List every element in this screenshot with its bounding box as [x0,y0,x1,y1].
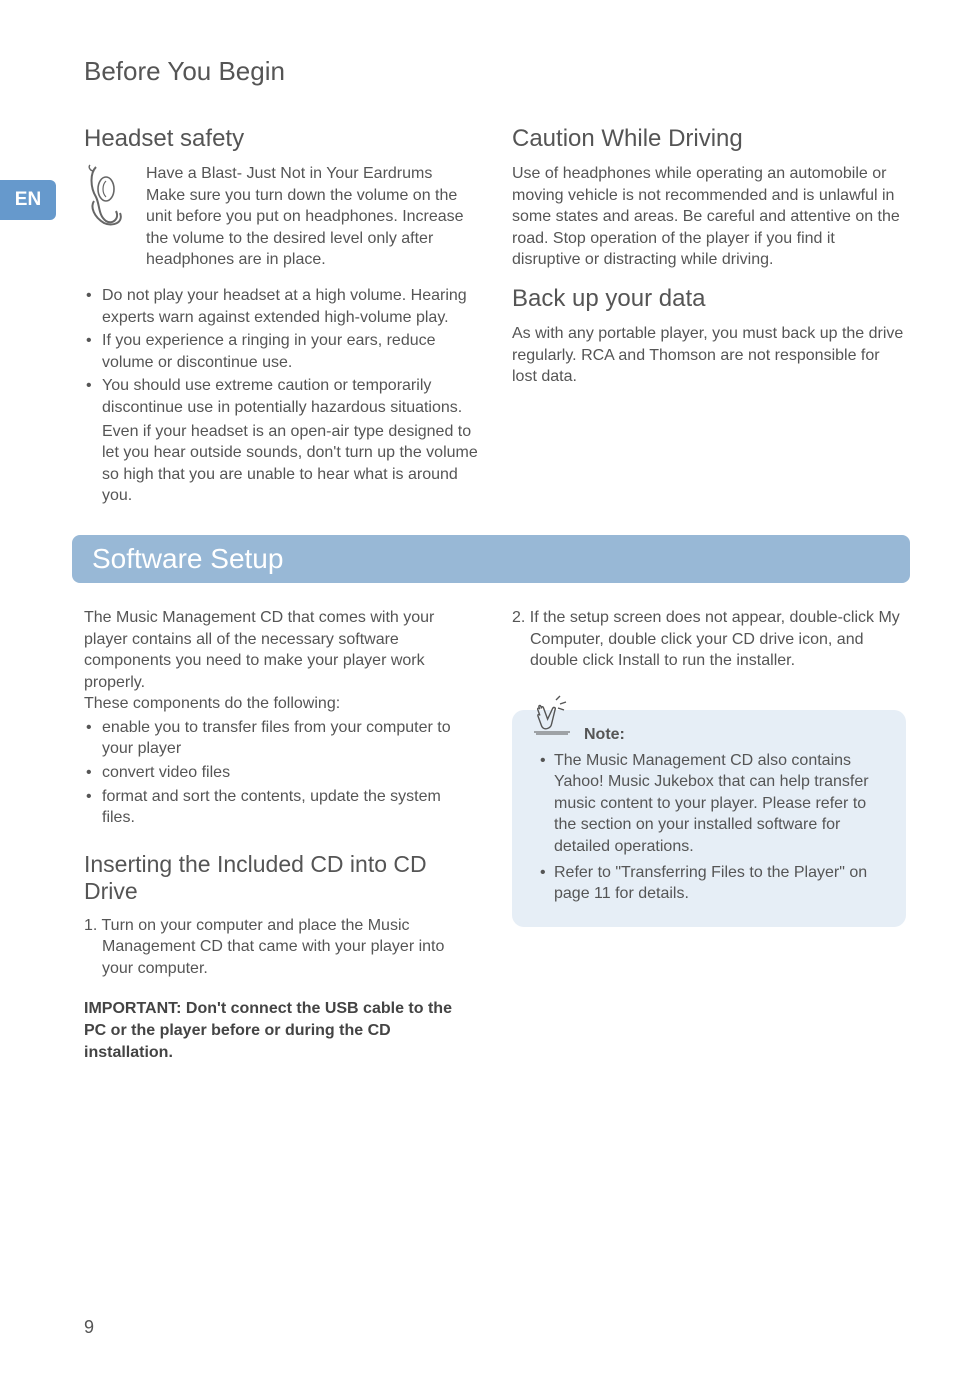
software-bullet: convert video files [84,762,478,784]
note-bullet: The Music Management CD also contains Ya… [530,750,888,858]
note-callout-box: Note: The Music Management CD also conta… [512,710,906,927]
headset-blast-line: Have a Blast- Just Not in Your Eardrums [146,163,478,185]
hand-pointing-icon [530,692,576,738]
headset-volume-advice: Make sure you turn down the volume on th… [146,185,478,271]
caution-driving-heading: Caution While Driving [512,125,906,153]
bottom-right-column: 2. If the setup screen does not appear, … [512,607,906,1065]
software-setup-band: Software Setup [72,535,910,583]
headset-bullet: If you experience a ringing in your ears… [84,330,478,373]
headset-bullet: You should use extreme caution or tempor… [84,375,478,418]
page-title: Before You Begin [0,0,954,87]
cd-steps: 1. Turn on your computer and place the M… [84,915,478,980]
caution-driving-body: Use of headphones while operating an aut… [512,163,906,271]
software-bullet: enable you to transfer files from your c… [84,717,478,760]
note-label: Note: [584,726,888,744]
headset-intro-block: Have a Blast- Just Not in Your Eardrums … [84,163,478,271]
note-bullets: The Music Management CD also contains Ya… [530,750,888,905]
headset-bullets: Do not play your headset at a high volum… [84,285,478,419]
software-bullet: format and sort the contents, update the… [84,786,478,829]
software-intro-para: The Music Management CD that comes with … [84,607,478,693]
inserting-cd-heading: Inserting the Included CD into CD Drive [84,851,478,905]
software-setup-heading: Software Setup [92,543,890,575]
cd-step-1: 1. Turn on your computer and place the M… [84,915,478,980]
note-bullet: Refer to "Transferring Files to the Play… [530,862,888,905]
cd-step-2: 2. If the setup screen does not appear, … [512,607,906,672]
software-bullets: enable you to transfer files from your c… [84,717,478,829]
headset-safety-heading: Headset safety [84,125,478,153]
top-columns: Headset safety Have a Blast- Just Not in… [0,87,954,507]
page-number: 9 [84,1317,94,1338]
bottom-columns: The Music Management CD that comes with … [0,583,954,1065]
backup-data-heading: Back up your data [512,285,906,313]
backup-data-body: As with any portable player, you must ba… [512,323,906,388]
top-left-column: Headset safety Have a Blast- Just Not in… [84,125,478,507]
headset-bullet: Do not play your headset at a high volum… [84,285,478,328]
top-right-column: Caution While Driving Use of headphones … [512,125,906,507]
important-notice: IMPORTANT: Don't connect the USB cable t… [84,998,478,1065]
headset-trailing-para: Even if your headset is an open-air type… [84,421,478,507]
software-components-lead: These components do the following: [84,693,478,715]
headset-intro-text: Have a Blast- Just Not in Your Eardrums … [146,163,478,271]
bottom-left-column: The Music Management CD that comes with … [84,607,478,1065]
language-badge: EN [0,180,56,220]
ear-headphones-icon [84,163,134,229]
